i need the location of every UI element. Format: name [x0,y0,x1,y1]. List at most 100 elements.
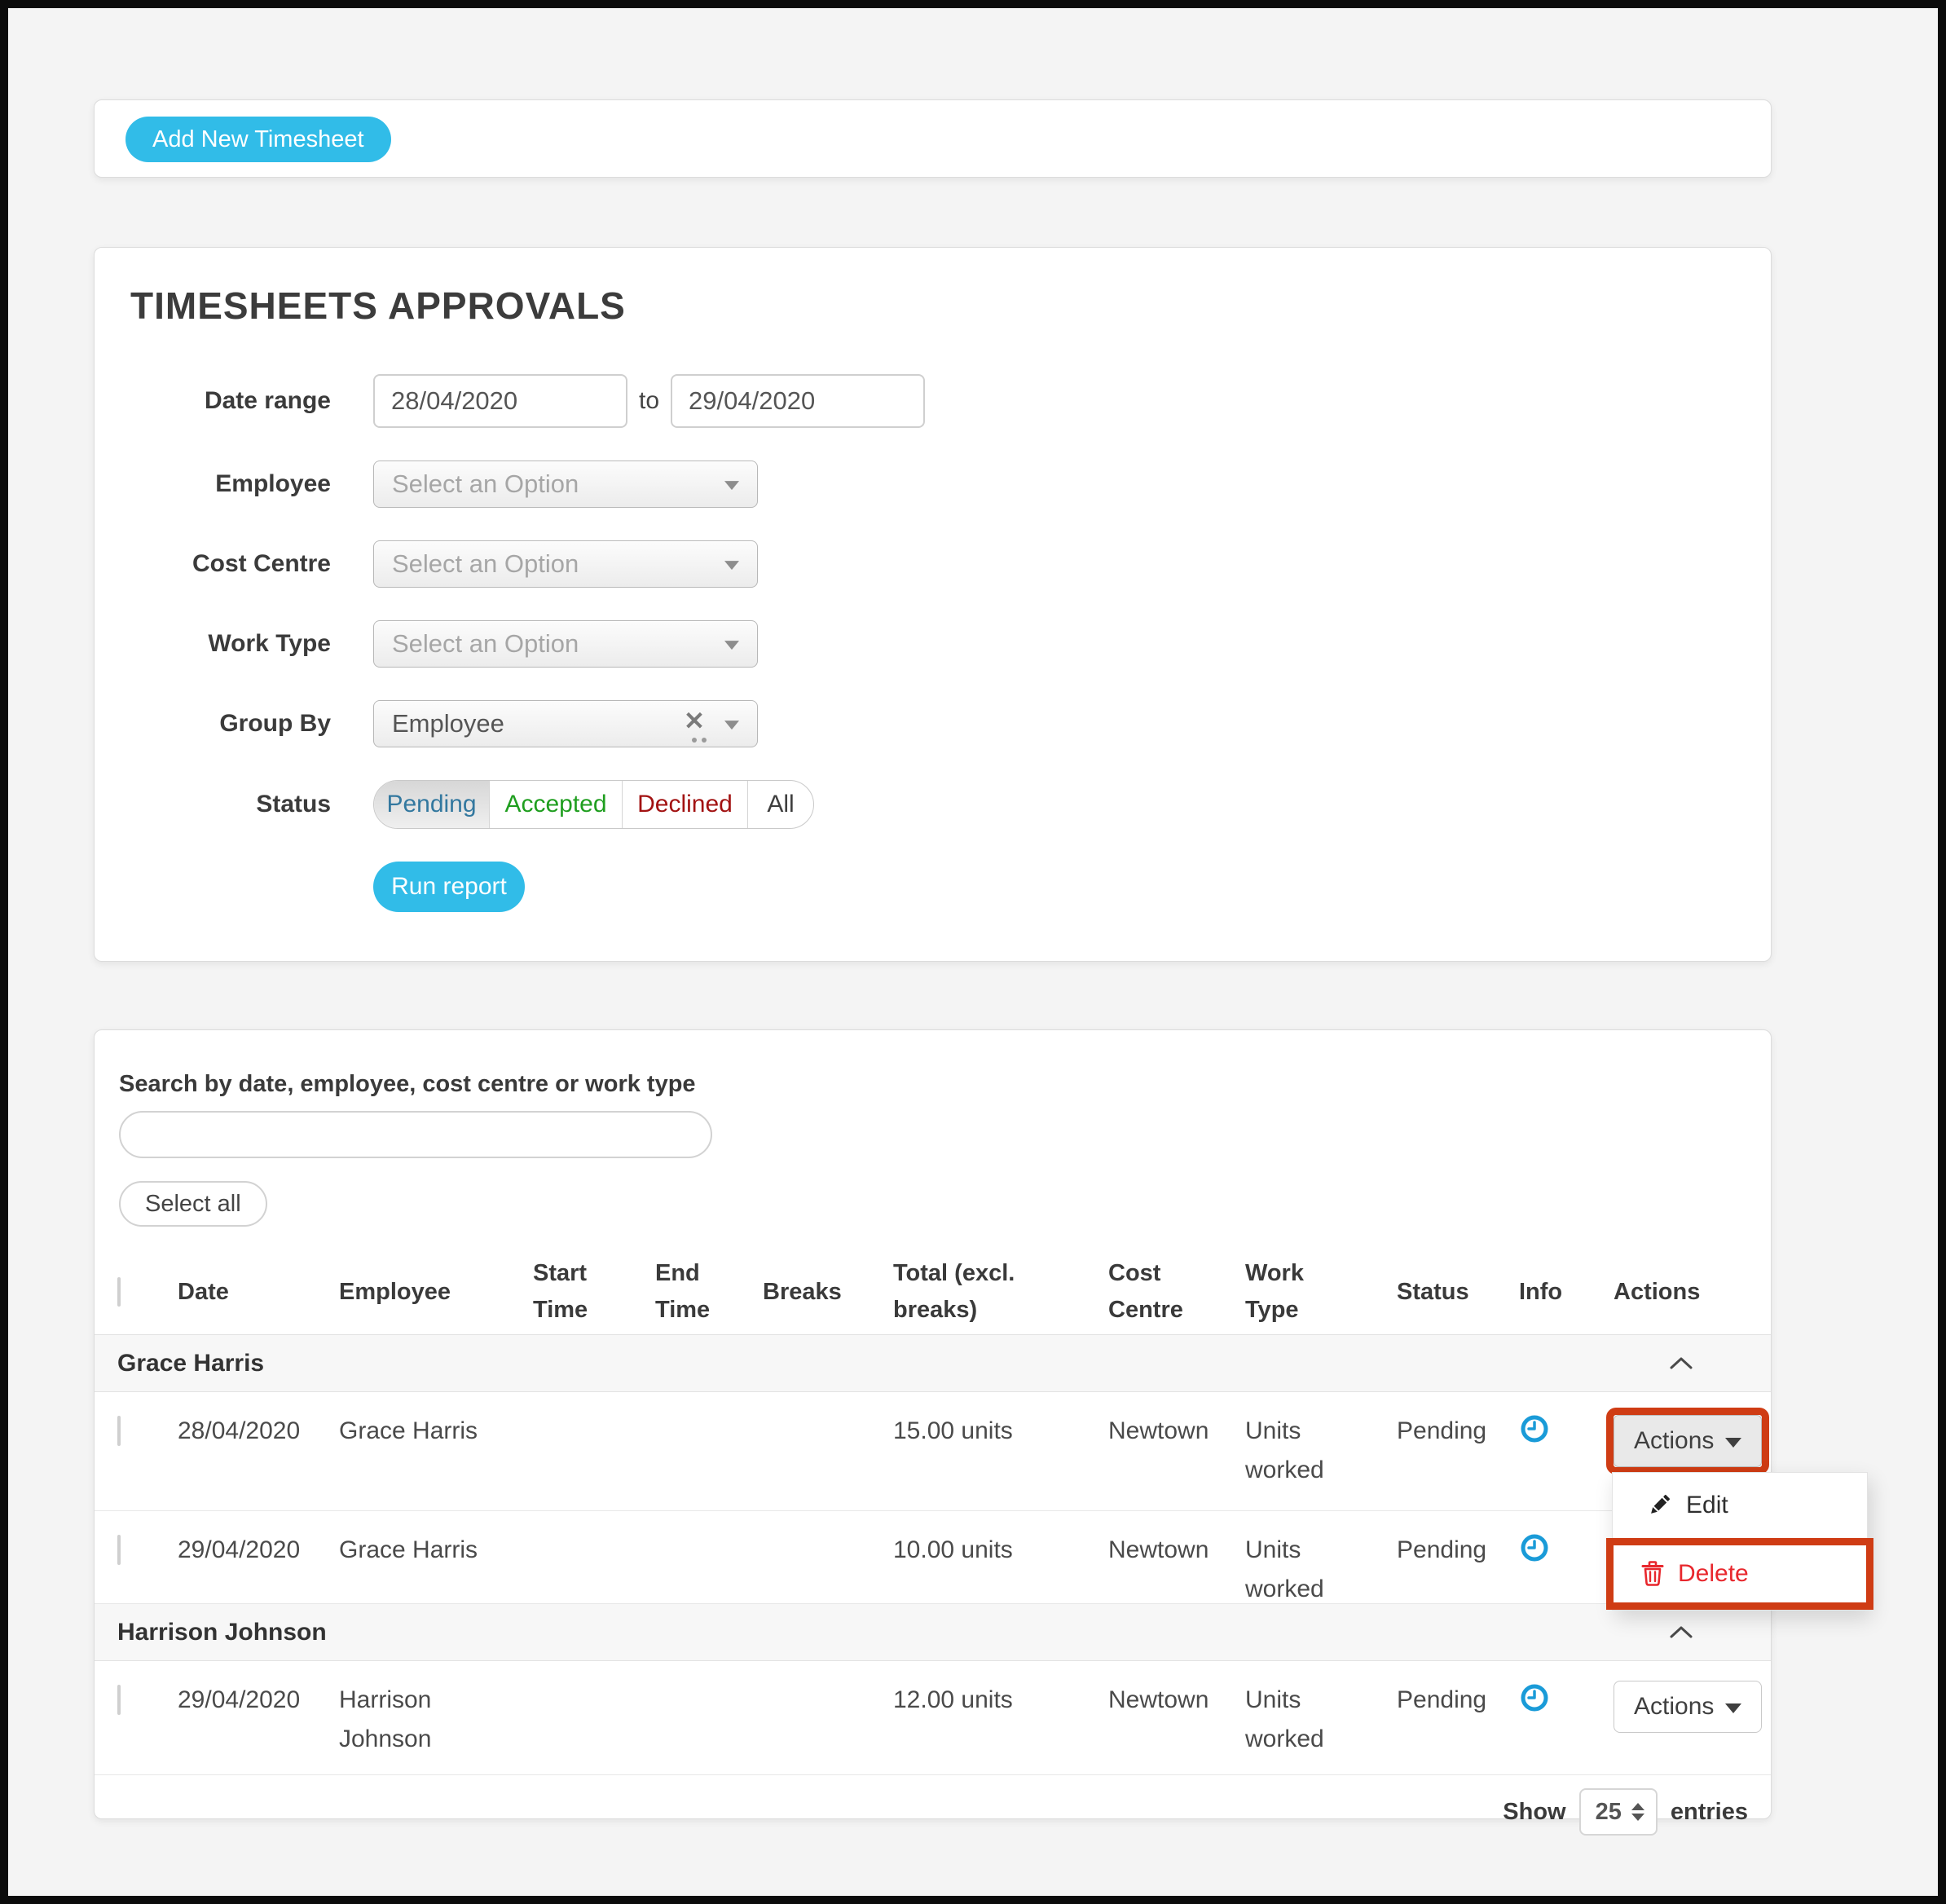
chevron-down-icon [724,721,739,729]
timesheets-table: Date Employee Start Time End Time Breaks… [95,1250,1771,1836]
clear-selection-icon[interactable]: ✕ [684,707,705,736]
work-type-label: Work Type [95,630,331,658]
trash-icon [1640,1560,1666,1588]
group-row-harrison-johnson: Harrison Johnson [95,1604,1771,1661]
timesheets-table-card: Search by date, employee, cost centre or… [94,1029,1772,1819]
timesheets-approvals-card: TIMESHEETS APPROVALS Date range to Emplo… [94,247,1772,962]
group-by-label: Group By [95,710,331,738]
search-label: Search by date, employee, cost centre or… [119,1071,1771,1098]
employee-label: Employee [95,470,331,498]
cell-total: 15.00 units [893,1412,1108,1451]
table-row: 29/04/2020 Harrison Johnson 12.00 units … [95,1661,1771,1775]
page-title: TIMESHEETS APPROVALS [130,284,1771,328]
date-to-input[interactable] [671,374,925,428]
run-report-button[interactable]: Run report [373,862,525,912]
add-new-timesheet-button[interactable]: Add New Timesheet [125,117,391,162]
cell-work-type: Units worked [1245,1681,1397,1759]
header-status: Status [1397,1274,1519,1311]
group-name: Grace Harris [117,1350,1614,1377]
actions-button-label: Actions [1634,1693,1714,1721]
cell-employee: Grace Harris [339,1531,533,1570]
date-to-separator: to [639,387,659,415]
search-input[interactable] [119,1111,712,1158]
header-end-time: End Time [655,1255,746,1329]
row-checkbox[interactable] [117,1685,121,1715]
employee-select[interactable]: Select an Option [373,461,758,508]
work-type-select[interactable]: Select an Option [373,620,758,668]
select-all-checkbox[interactable] [117,1277,121,1307]
employee-select-placeholder: Select an Option [392,469,579,499]
cell-date: 28/04/2020 [178,1412,339,1451]
select-dots-icon [692,738,697,743]
table-row: 29/04/2020 Grace Harris 10.00 units Newt… [95,1511,1771,1604]
table-footer: Show 25 entries [95,1775,1771,1836]
cell-work-type: Units worked [1245,1531,1397,1609]
chevron-up-icon[interactable] [1669,1624,1693,1643]
header-date: Date [178,1274,339,1311]
status-row: Status Pending Accepted Declined All [95,780,1771,829]
table-header-row: Date Employee Start Time End Time Breaks… [95,1250,1771,1335]
header-actions: Actions [1614,1274,1748,1311]
chevron-down-icon [724,561,739,570]
row-checkbox[interactable] [117,1416,121,1446]
filters-form: Date range to Employee Select an Option … [95,374,1771,912]
cell-employee: Harrison Johnson [339,1681,533,1759]
date-range-row: Date range to [95,374,1771,428]
cost-centre-row: Cost Centre Select an Option [95,540,1771,588]
clock-info-icon[interactable] [1519,1413,1550,1444]
entries-per-page-value: 25 [1596,1799,1622,1826]
cell-cost-centre: Newtown [1108,1681,1245,1720]
work-type-row: Work Type Select an Option [95,620,1771,668]
clock-info-icon[interactable] [1519,1532,1550,1563]
cell-employee: Grace Harris [339,1412,533,1451]
add-timesheet-card: Add New Timesheet [94,99,1772,178]
menu-item-edit[interactable]: Edit [1613,1473,1867,1538]
entries-per-page-select[interactable]: 25 [1579,1788,1658,1836]
cell-date: 29/04/2020 [178,1531,339,1570]
status-label: Status [95,791,331,818]
chevron-down-icon [724,481,739,490]
pencil-icon [1645,1492,1673,1519]
entries-label: entries [1671,1799,1748,1826]
status-option-pending[interactable]: Pending [374,781,490,828]
cell-cost-centre: Newtown [1108,1531,1245,1570]
cost-centre-label: Cost Centre [95,550,331,578]
actions-button[interactable]: Actions [1614,1415,1762,1467]
group-by-value: Employee [392,709,504,738]
status-option-declined[interactable]: Declined [623,781,748,828]
status-option-all[interactable]: All [748,781,813,828]
table-row: 28/04/2020 Grace Harris 15.00 units Newt… [95,1392,1771,1511]
caret-down-icon [1725,1438,1741,1448]
cost-centre-select[interactable]: Select an Option [373,540,758,588]
status-segmented-control: Pending Accepted Declined All [373,780,814,829]
work-type-select-placeholder: Select an Option [392,629,579,659]
menu-item-edit-label: Edit [1686,1492,1728,1519]
select-all-button[interactable]: Select all [119,1181,267,1227]
cell-work-type: Units worked [1245,1412,1397,1490]
actions-button[interactable]: Actions [1614,1681,1762,1733]
cell-status: Pending [1397,1681,1519,1720]
header-employee: Employee [339,1274,533,1311]
cell-total: 12.00 units [893,1681,1108,1720]
run-report-row: Run report [95,862,1771,912]
header-breaks: Breaks [763,1274,893,1311]
chevron-up-icon[interactable] [1669,1355,1693,1374]
menu-item-delete[interactable]: Delete [1606,1538,1873,1610]
spinner-arrows-icon [1631,1803,1644,1821]
clock-info-icon[interactable] [1519,1682,1550,1713]
cell-cost-centre: Newtown [1108,1412,1245,1451]
cell-status: Pending [1397,1531,1519,1570]
annotation-highlight-box: Actions [1606,1408,1769,1474]
cost-centre-select-placeholder: Select an Option [392,549,579,579]
header-total: Total (excl. breaks) [893,1255,1040,1329]
actions-button-label: Actions [1634,1427,1714,1455]
group-by-select[interactable]: Employee ✕ [373,700,758,747]
group-name: Harrison Johnson [117,1619,1614,1646]
header-cost-centre: Cost Centre [1108,1255,1200,1329]
status-option-accepted[interactable]: Accepted [490,781,623,828]
employee-row: Employee Select an Option [95,461,1771,508]
group-by-row: Group By Employee ✕ [95,700,1771,747]
date-from-input[interactable] [373,374,627,428]
row-checkbox[interactable] [117,1535,121,1565]
actions-dropdown-menu: Edit Delete [1612,1472,1868,1611]
